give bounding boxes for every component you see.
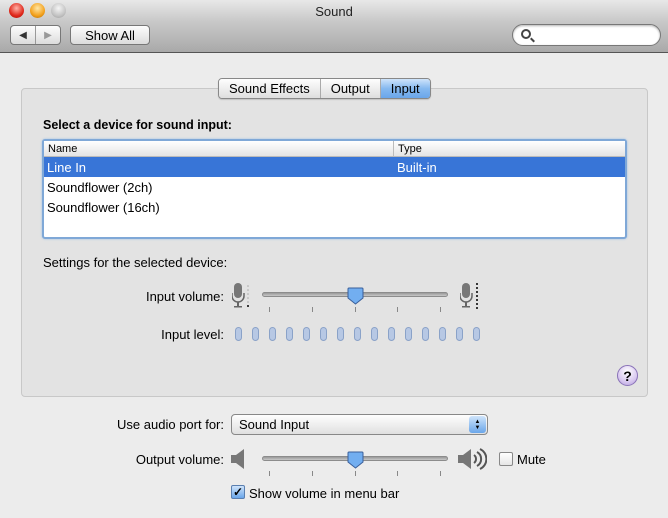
- device-type: Built-in: [397, 159, 437, 175]
- search-icon: [521, 29, 531, 39]
- back-button[interactable]: ◀: [11, 26, 36, 44]
- mute-checkbox[interactable]: [499, 452, 513, 466]
- slider-tick: [355, 471, 356, 476]
- show-volume-label: Show volume in menu bar: [249, 486, 400, 501]
- level-segment: [388, 327, 395, 341]
- slider-tick: [312, 307, 313, 312]
- column-header-type[interactable]: Type: [394, 141, 422, 156]
- device-name: Line In: [47, 159, 87, 175]
- column-header-name[interactable]: Name: [44, 141, 394, 156]
- audio-port-value: Sound Input: [239, 417, 310, 432]
- popup-arrows-icon: ▲ ▼: [469, 416, 486, 433]
- level-segment: [269, 327, 276, 341]
- device-name: Soundflower (16ch): [47, 199, 160, 215]
- input-level-label: Input level:: [161, 327, 224, 342]
- slider-tick: [397, 307, 398, 312]
- audio-port-label: Use audio port for:: [117, 417, 224, 432]
- level-segment: [473, 327, 480, 341]
- speaker-low-icon: [231, 449, 244, 469]
- level-segment: [303, 327, 310, 341]
- title-bar: Sound ◀ ▶ Show All: [0, 0, 668, 53]
- settings-label: Settings for the selected device:: [43, 255, 228, 270]
- tab-output[interactable]: Output: [320, 79, 381, 98]
- slider-tick: [440, 471, 441, 476]
- output-volume-thumb[interactable]: [347, 451, 364, 469]
- show-all-button[interactable]: Show All: [70, 25, 150, 45]
- level-segment: [422, 327, 429, 341]
- level-segment: [286, 327, 293, 341]
- device-row[interactable]: Soundflower (16ch): [44, 197, 625, 217]
- window-title: Sound: [315, 4, 353, 19]
- level-segment: [439, 327, 446, 341]
- device-name: Soundflower (2ch): [47, 179, 153, 195]
- slider-tick: [440, 307, 441, 312]
- tab-sound-effects[interactable]: Sound Effects: [219, 79, 321, 98]
- tab-panel: [21, 88, 648, 397]
- slider-tick: [355, 307, 356, 312]
- mic-low-icon: [232, 283, 249, 308]
- input-volume-thumb[interactable]: [347, 287, 364, 305]
- level-segment: [235, 327, 242, 341]
- search-input[interactable]: [512, 24, 661, 46]
- level-segment: [337, 327, 344, 341]
- speaker-high-icon: [458, 448, 487, 470]
- input-volume-label: Input volume:: [145, 289, 224, 304]
- level-segment: [252, 327, 259, 341]
- show-volume-checkbox[interactable]: ✓: [231, 485, 245, 499]
- slider-tick: [397, 471, 398, 476]
- output-volume-label: Output volume:: [135, 452, 224, 467]
- help-button[interactable]: ?: [617, 365, 638, 386]
- level-segment: [320, 327, 327, 341]
- level-segment: [371, 327, 378, 341]
- tab-bar: Sound Effects Output Input: [218, 78, 431, 99]
- level-segment: [354, 327, 361, 341]
- nav-buttons: ◀ ▶: [10, 25, 61, 45]
- level-segment: [405, 327, 412, 341]
- mute-label: Mute: [517, 452, 546, 467]
- level-segment: [456, 327, 463, 341]
- slider-tick: [312, 471, 313, 476]
- list-header: Name Type: [44, 141, 625, 157]
- device-row[interactable]: Soundflower (2ch): [44, 177, 625, 197]
- slider-tick: [269, 307, 270, 312]
- device-row[interactable]: Line In Built-in: [44, 157, 625, 177]
- device-list-heading: Select a device for sound input:: [43, 118, 232, 132]
- slider-tick: [269, 471, 270, 476]
- forward-button[interactable]: ▶: [36, 26, 60, 44]
- mic-high-icon: [460, 283, 478, 309]
- device-list[interactable]: Name Type Line In Built-in Soundflower (…: [42, 139, 627, 239]
- tab-input[interactable]: Input: [380, 79, 430, 98]
- audio-port-popup[interactable]: Sound Input ▲ ▼: [231, 414, 488, 435]
